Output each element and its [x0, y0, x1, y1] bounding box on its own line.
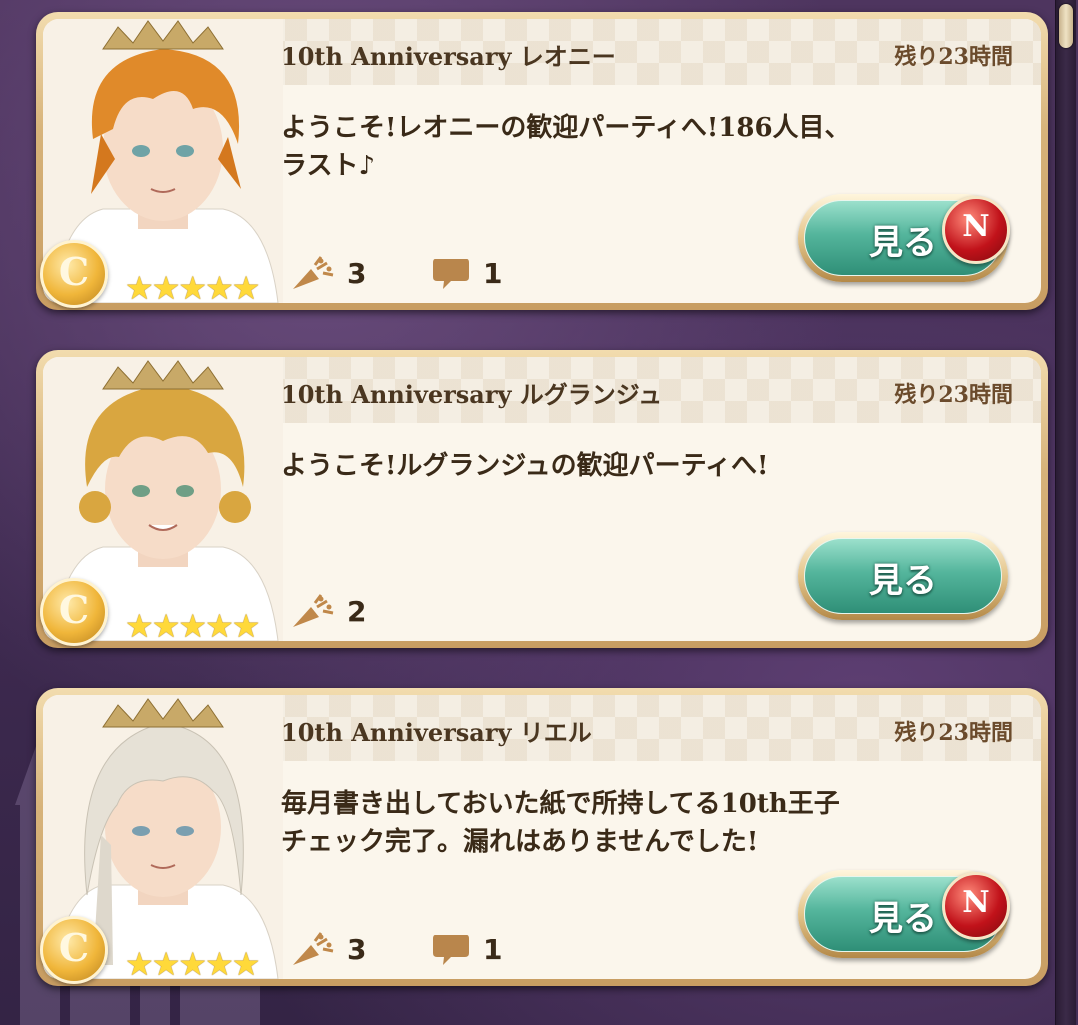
view-button[interactable]: 見る	[798, 532, 1008, 620]
cheer-count: 2	[291, 593, 366, 629]
comment-count: 1	[431, 255, 502, 291]
scrollbar-thumb[interactable]	[1059, 4, 1073, 48]
comment-count-value: 1	[483, 256, 503, 290]
rank-badge: C	[40, 240, 108, 308]
rank-badge: C	[40, 578, 108, 646]
view-button-label: 見る	[869, 561, 937, 601]
card-title: 10th Anniversary ルグランジュ	[281, 380, 663, 409]
time-remaining: 残り23時間	[894, 44, 1013, 70]
party-popper-icon	[293, 932, 334, 965]
rank-badge: C	[40, 916, 108, 984]
rarity-stars: ★★★★★	[125, 607, 260, 641]
time-remaining: 残り23時間	[894, 382, 1013, 408]
event-card-1[interactable]: 10th Anniversary レオニー 残り23時間 ようこそ!レオニーの歓…	[36, 12, 1048, 310]
time-remaining: 残り23時間	[894, 720, 1013, 746]
card-title: 10th Anniversary レオニー	[281, 42, 616, 71]
rarity-stars: ★★★★★	[125, 269, 260, 303]
scrollbar-track[interactable]	[1055, 0, 1076, 1025]
card-message: 毎月書き出しておいた紙で所持してる10th王子 チェック完了。漏れはありませんで…	[281, 789, 840, 857]
view-button-face: 見る	[804, 538, 1002, 614]
new-badge: N	[942, 872, 1010, 940]
card-message: ようこそ!ルグランジュの歓迎パーティへ!	[281, 451, 769, 481]
card-message: ようこそ!レオニーの歓迎パーティへ!186人目、 ラスト♪	[281, 113, 851, 181]
new-badge: N	[942, 196, 1010, 264]
cheer-count: 3	[291, 931, 366, 967]
cheer-count-value: 2	[347, 594, 367, 628]
card-title: 10th Anniversary リエル	[281, 718, 592, 747]
speech-bubble-icon	[433, 935, 469, 965]
event-card-3[interactable]: 10th Anniversary リエル 残り23時間 毎月書き出しておいた紙で…	[36, 688, 1048, 986]
rarity-stars: ★★★★★	[125, 945, 260, 979]
event-card-2[interactable]: 10th Anniversary ルグランジュ 残り23時間 ようこそ!ルグラン…	[36, 350, 1048, 648]
cheer-count-value: 3	[347, 932, 367, 966]
comment-count: 1	[431, 931, 502, 967]
party-popper-icon	[293, 594, 334, 627]
cheer-count-value: 3	[347, 256, 367, 290]
party-popper-icon	[293, 256, 334, 289]
speech-bubble-icon	[433, 259, 469, 289]
cheer-count: 3	[291, 255, 366, 291]
comment-count-value: 1	[483, 932, 503, 966]
